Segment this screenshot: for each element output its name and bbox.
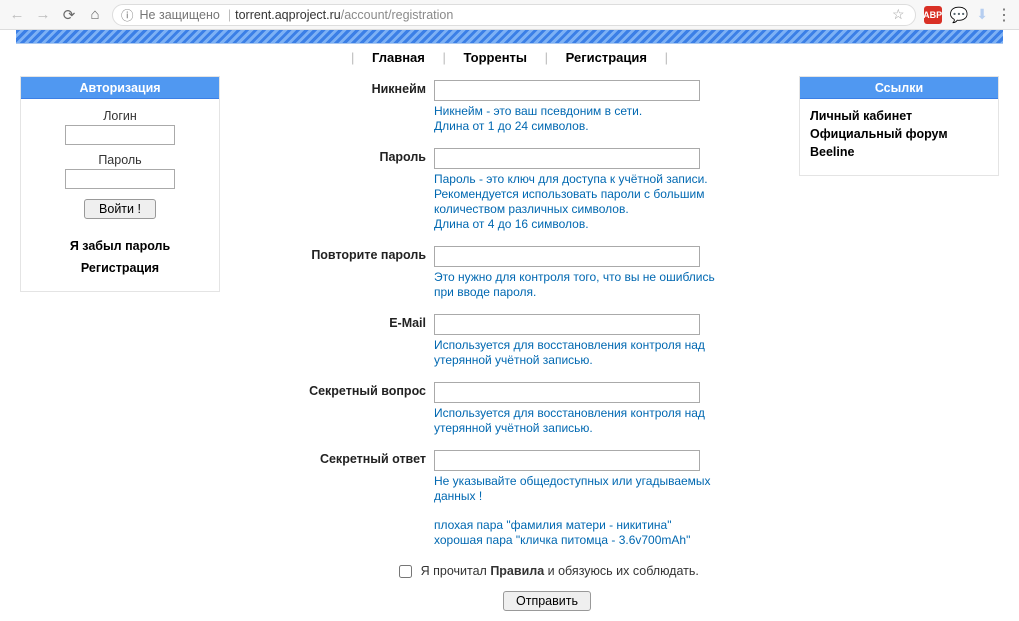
registration-form: Никнейм Никнейм - это ваш псевдоним в се… <box>295 76 799 621</box>
pass-label: Пароль <box>309 148 434 232</box>
url-path: /account/registration <box>341 8 454 22</box>
pass2-hint: Это нужно для контроля того, что вы не о… <box>434 270 724 300</box>
nick-hint: Никнейм - это ваш псевдоним в сети. Длин… <box>434 104 724 134</box>
chat-icon[interactable]: 💬 <box>950 6 969 24</box>
links-panel: Ссылки Личный кабинет Официальный форум … <box>799 76 999 176</box>
forgot-password-link[interactable]: Я забыл пароль <box>29 235 211 257</box>
insecure-label: Не защищено <box>140 8 220 22</box>
browser-toolbar: ← → ⟳ ⌂ ⓘ Не защищено | torrent.aqprojec… <box>0 0 1019 30</box>
rules-row: Я прочитал Правила и обязуюсь их соблюда… <box>309 562 785 581</box>
auth-panel: Авторизация Логин Пароль Войти ! Я забыл… <box>20 76 220 292</box>
rules-text-pre: Я прочитал <box>421 564 491 578</box>
nav-registration[interactable]: Регистрация <box>566 50 647 65</box>
links-panel-item[interactable]: Личный кабинет <box>810 107 988 125</box>
question-hint: Используется для восстановления контроля… <box>434 406 724 436</box>
nav-home[interactable]: Главная <box>372 50 425 65</box>
email-label: E-Mail <box>309 314 434 368</box>
submit-button[interactable]: Отправить <box>503 591 591 611</box>
nick-label: Никнейм <box>309 80 434 134</box>
links-panel-title: Ссылки <box>800 77 998 99</box>
login-label: Логин <box>29 109 211 123</box>
answer-hint-1: Не указывайте общедоступных или угадывае… <box>434 474 724 504</box>
download-icon[interactable]: ⬇ <box>976 6 988 23</box>
register-link[interactable]: Регистрация <box>29 257 211 279</box>
adblock-icon[interactable]: ABP <box>924 6 942 24</box>
rules-text-post: и обязуюсь их соблюдать. <box>544 564 699 578</box>
extensions-tray: ABP 💬 ⬇ ⋮ <box>924 5 1011 25</box>
info-icon: ⓘ <box>121 5 134 24</box>
pass-hint: Пароль - это ключ для доступа к учётной … <box>434 172 724 232</box>
back-icon: ← <box>8 6 26 23</box>
bookmark-icon[interactable]: ☆ <box>892 6 905 23</box>
header-stripe <box>16 30 1003 44</box>
nick-input[interactable] <box>434 80 700 101</box>
question-input[interactable] <box>434 382 700 403</box>
url-host: torrent.aqproject.ru <box>235 8 341 22</box>
login-input[interactable] <box>65 125 175 145</box>
rules-checkbox[interactable] <box>399 565 412 578</box>
reload-icon[interactable]: ⟳ <box>60 6 78 24</box>
answer-label: Секретный ответ <box>309 450 434 548</box>
browser-menu-icon[interactable]: ⋮ <box>996 5 1011 25</box>
nav-torrents[interactable]: Торренты <box>464 50 528 65</box>
main-nav: | Главная | Торренты | Регистрация | <box>16 44 1003 72</box>
links-panel-item[interactable]: Официальный форум Beeline <box>810 125 988 161</box>
answer-hint-2: плохая пара "фамилия матери - никитина" … <box>434 518 724 548</box>
login-button[interactable]: Войти ! <box>84 199 156 219</box>
address-bar[interactable]: ⓘ Не защищено | torrent.aqproject.ru/acc… <box>112 4 916 26</box>
answer-input[interactable] <box>434 450 700 471</box>
rules-link[interactable]: Правила <box>490 564 544 578</box>
email-hint: Используется для восстановления контроля… <box>434 338 724 368</box>
forward-icon: → <box>34 6 52 23</box>
password-label: Пароль <box>29 153 211 167</box>
email-input[interactable] <box>434 314 700 335</box>
pass2-label: Повторите пароль <box>309 246 434 300</box>
auth-panel-title: Авторизация <box>21 77 219 99</box>
home-icon[interactable]: ⌂ <box>86 6 104 23</box>
question-label: Секретный вопрос <box>309 382 434 436</box>
reg-password2-input[interactable] <box>434 246 700 267</box>
reg-password-input[interactable] <box>434 148 700 169</box>
password-input[interactable] <box>65 169 175 189</box>
